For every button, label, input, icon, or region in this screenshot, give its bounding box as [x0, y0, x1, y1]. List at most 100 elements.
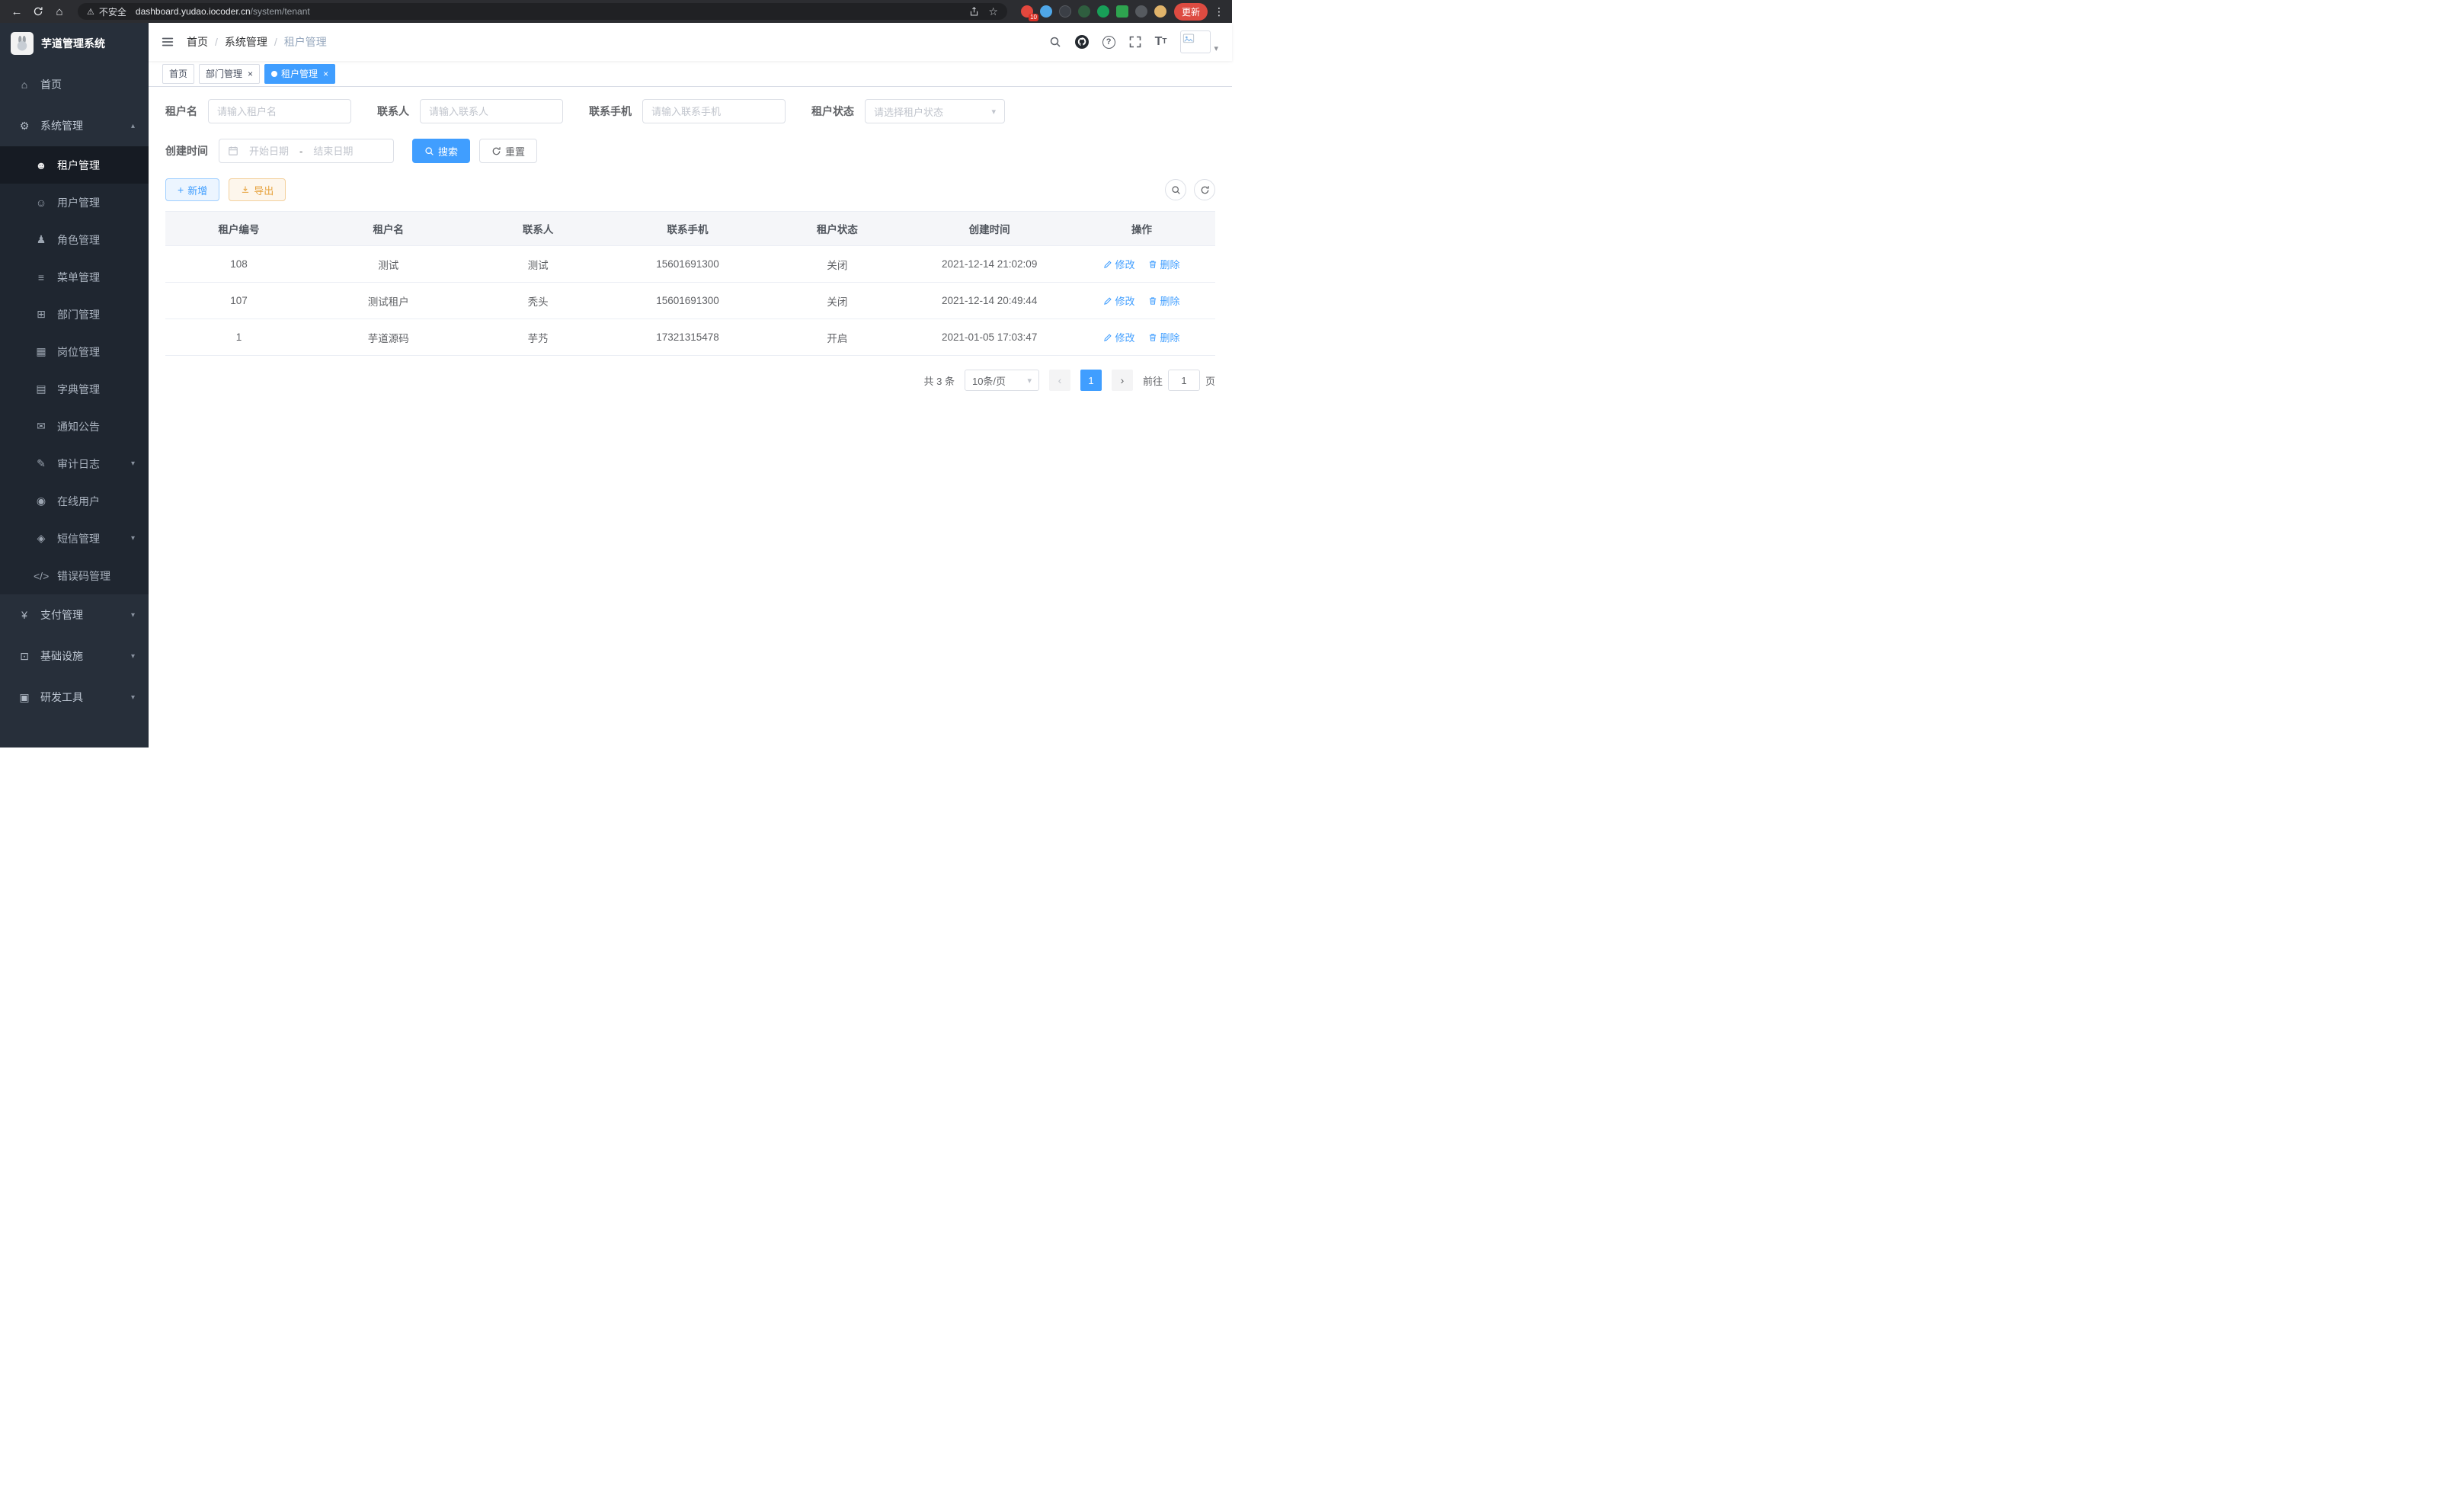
security-warning-icon: ⚠ — [87, 7, 94, 17]
font-size-icon[interactable]: TT — [1155, 36, 1167, 48]
avatar-broken-image-icon — [1180, 30, 1211, 53]
sidebar-item-online-users[interactable]: ◉ 在线用户 — [0, 482, 149, 520]
sidebar-item-menu-management[interactable]: ≡ 菜单管理 — [0, 258, 149, 296]
export-button[interactable]: 导出 — [229, 178, 286, 201]
tenant-name-input[interactable] — [217, 106, 342, 117]
menu-item-icon: </> — [34, 570, 49, 582]
sidebar-item-home[interactable]: ⌂ 首页 — [0, 64, 149, 105]
sidebar-item-notice-announcement[interactable]: ✉ 通知公告 — [0, 408, 149, 445]
profile-avatar-icon[interactable] — [1154, 5, 1166, 18]
tab-label: 租户管理 — [281, 67, 318, 80]
refresh-button[interactable] — [1194, 179, 1215, 200]
tenant-status-select[interactable]: 请选择租户状态 ▾ — [865, 99, 1005, 123]
browser-update-button[interactable]: 更新 — [1174, 3, 1208, 21]
help-icon[interactable]: ? — [1102, 36, 1115, 49]
cell-created: 2021-01-05 17:03:47 — [910, 331, 1068, 343]
breadcrumb-item[interactable]: 首页 — [187, 34, 208, 50]
table-toolbar: + 新增 导出 — [165, 178, 1215, 201]
edit-link[interactable]: 修改 — [1103, 330, 1134, 344]
edit-link[interactable]: 修改 — [1103, 257, 1134, 271]
view-tab[interactable]: 首页 — [162, 64, 194, 84]
puzzle-extensions-icon[interactable] — [1135, 5, 1147, 18]
extension-icon[interactable] — [1097, 5, 1109, 18]
extension-icon[interactable] — [1078, 5, 1090, 18]
add-button[interactable]: + 新增 — [165, 178, 219, 201]
cell-status: 关闭 — [763, 257, 910, 272]
browser-menu-icon[interactable]: ⋮ — [1214, 5, 1224, 18]
column-header: 租户状态 — [763, 212, 910, 245]
browser-reload-icon[interactable] — [29, 2, 47, 21]
share-icon[interactable] — [969, 7, 979, 17]
edit-link[interactable]: 修改 — [1103, 293, 1134, 308]
extension-icon[interactable] — [1116, 5, 1128, 18]
delete-link[interactable]: 删除 — [1148, 257, 1179, 271]
sidebar-item-tenant-management[interactable]: ☻ 租户管理 — [0, 146, 149, 184]
menu-item-label: 基础设施 — [40, 648, 131, 664]
search-button[interactable]: 搜索 — [412, 139, 470, 163]
pagination: 共 3 条 10条/页 ▾ ‹ 1 › 前往 页 — [165, 370, 1215, 391]
view-tab[interactable]: 部门管理 × — [199, 64, 260, 84]
breadcrumb-item: 租户管理 — [284, 34, 327, 50]
cell-tenant-name: 测试 — [312, 257, 465, 272]
browser-home-icon[interactable]: ⌂ — [50, 2, 69, 21]
column-header: 联系手机 — [612, 212, 764, 245]
sidebar-item-dev-tools[interactable]: ▣ 研发工具 ▾ — [0, 677, 149, 718]
start-date-input[interactable] — [244, 146, 294, 157]
sidebar-item-position-management[interactable]: ▦ 岗位管理 — [0, 333, 149, 370]
extension-icon[interactable] — [1040, 5, 1052, 18]
delete-link[interactable]: 删除 — [1148, 330, 1179, 344]
browser-back-icon[interactable]: ← — [8, 2, 26, 21]
menu-item-label: 租户管理 — [57, 158, 135, 173]
cell-actions: 修改 删除 — [1068, 257, 1215, 271]
sidebar-item-user-management[interactable]: ☺ 用户管理 — [0, 184, 149, 221]
column-header: 租户编号 — [165, 212, 312, 245]
column-header: 操作 — [1068, 212, 1215, 245]
sidebar-item-role-management[interactable]: ♟ 角色管理 — [0, 221, 149, 258]
cell-tenant-id: 107 — [165, 295, 312, 306]
hamburger-icon[interactable] — [161, 35, 174, 49]
bookmark-star-icon[interactable]: ☆ — [988, 5, 998, 18]
menu-item-icon: ≡ — [34, 271, 49, 283]
menu-item-icon: ◉ — [34, 495, 49, 507]
address-bar[interactable]: ⚠ 不安全 dashboard.yudao.iocoder.cn/system/… — [78, 3, 1007, 20]
menu-item-label: 在线用户 — [57, 494, 135, 509]
reset-button[interactable]: 重置 — [479, 139, 537, 163]
search-icon[interactable] — [1049, 36, 1061, 48]
security-label: 不安全 — [99, 5, 126, 18]
extension-icon[interactable] — [1059, 5, 1071, 18]
sidebar-item-department-management[interactable]: ⊞ 部门管理 — [0, 296, 149, 333]
view-tab[interactable]: 租户管理 × — [264, 64, 335, 84]
contact-name-input[interactable] — [429, 106, 554, 117]
sidebar-item-payment-management[interactable]: ¥ 支付管理 ▾ — [0, 594, 149, 635]
table-row: 108 测试 测试 15601691300 关闭 2021-12-14 21:0… — [165, 246, 1215, 283]
sidebar-item-audit-log[interactable]: ✎ 审计日志 ▾ — [0, 445, 149, 482]
contact-phone-input[interactable] — [651, 106, 776, 117]
extension-icon[interactable]: 10 — [1021, 5, 1033, 18]
extension-badge: 10 — [1029, 14, 1038, 21]
main-area: 首页/系统管理/租户管理 ? TT — [149, 23, 1232, 748]
create-time-range-picker[interactable]: - — [219, 139, 394, 163]
user-avatar-menu[interactable]: ▾ — [1180, 30, 1218, 53]
sidebar-item-sms-management[interactable]: ◈ 短信管理 ▾ — [0, 520, 149, 557]
page-size-select[interactable]: 10条/页 ▾ — [965, 370, 1039, 391]
goto-page-input[interactable] — [1168, 370, 1200, 391]
screen: ← ⌂ ⚠ 不安全 dashboard.yudao.iocoder.cn/sys… — [0, 0, 1232, 748]
page-number-button[interactable]: 1 — [1080, 370, 1102, 391]
close-tab-icon[interactable]: × — [323, 69, 328, 79]
sidebar-item-dictionary-management[interactable]: ▤ 字典管理 — [0, 370, 149, 408]
toggle-search-button[interactable] — [1165, 179, 1186, 200]
prev-page-button[interactable]: ‹ — [1049, 370, 1070, 391]
table-body: 108 测试 测试 15601691300 关闭 2021-12-14 21:0… — [165, 246, 1215, 356]
sidebar-item-infrastructure[interactable]: ⊡ 基础设施 ▾ — [0, 635, 149, 677]
sidebar-item-system-management[interactable]: ⚙ 系统管理 ▴ — [0, 105, 149, 146]
breadcrumb-item[interactable]: 系统管理 — [225, 34, 267, 50]
logo-image — [11, 32, 34, 55]
sidebar-item-error-code-management[interactable]: </> 错误码管理 — [0, 557, 149, 594]
github-icon[interactable] — [1075, 35, 1089, 49]
delete-link[interactable]: 删除 — [1148, 293, 1179, 308]
end-date-input[interactable] — [308, 146, 358, 157]
close-tab-icon[interactable]: × — [248, 69, 253, 79]
fullscreen-icon[interactable] — [1129, 36, 1141, 48]
menu-item-label: 用户管理 — [57, 195, 135, 210]
next-page-button[interactable]: › — [1112, 370, 1133, 391]
